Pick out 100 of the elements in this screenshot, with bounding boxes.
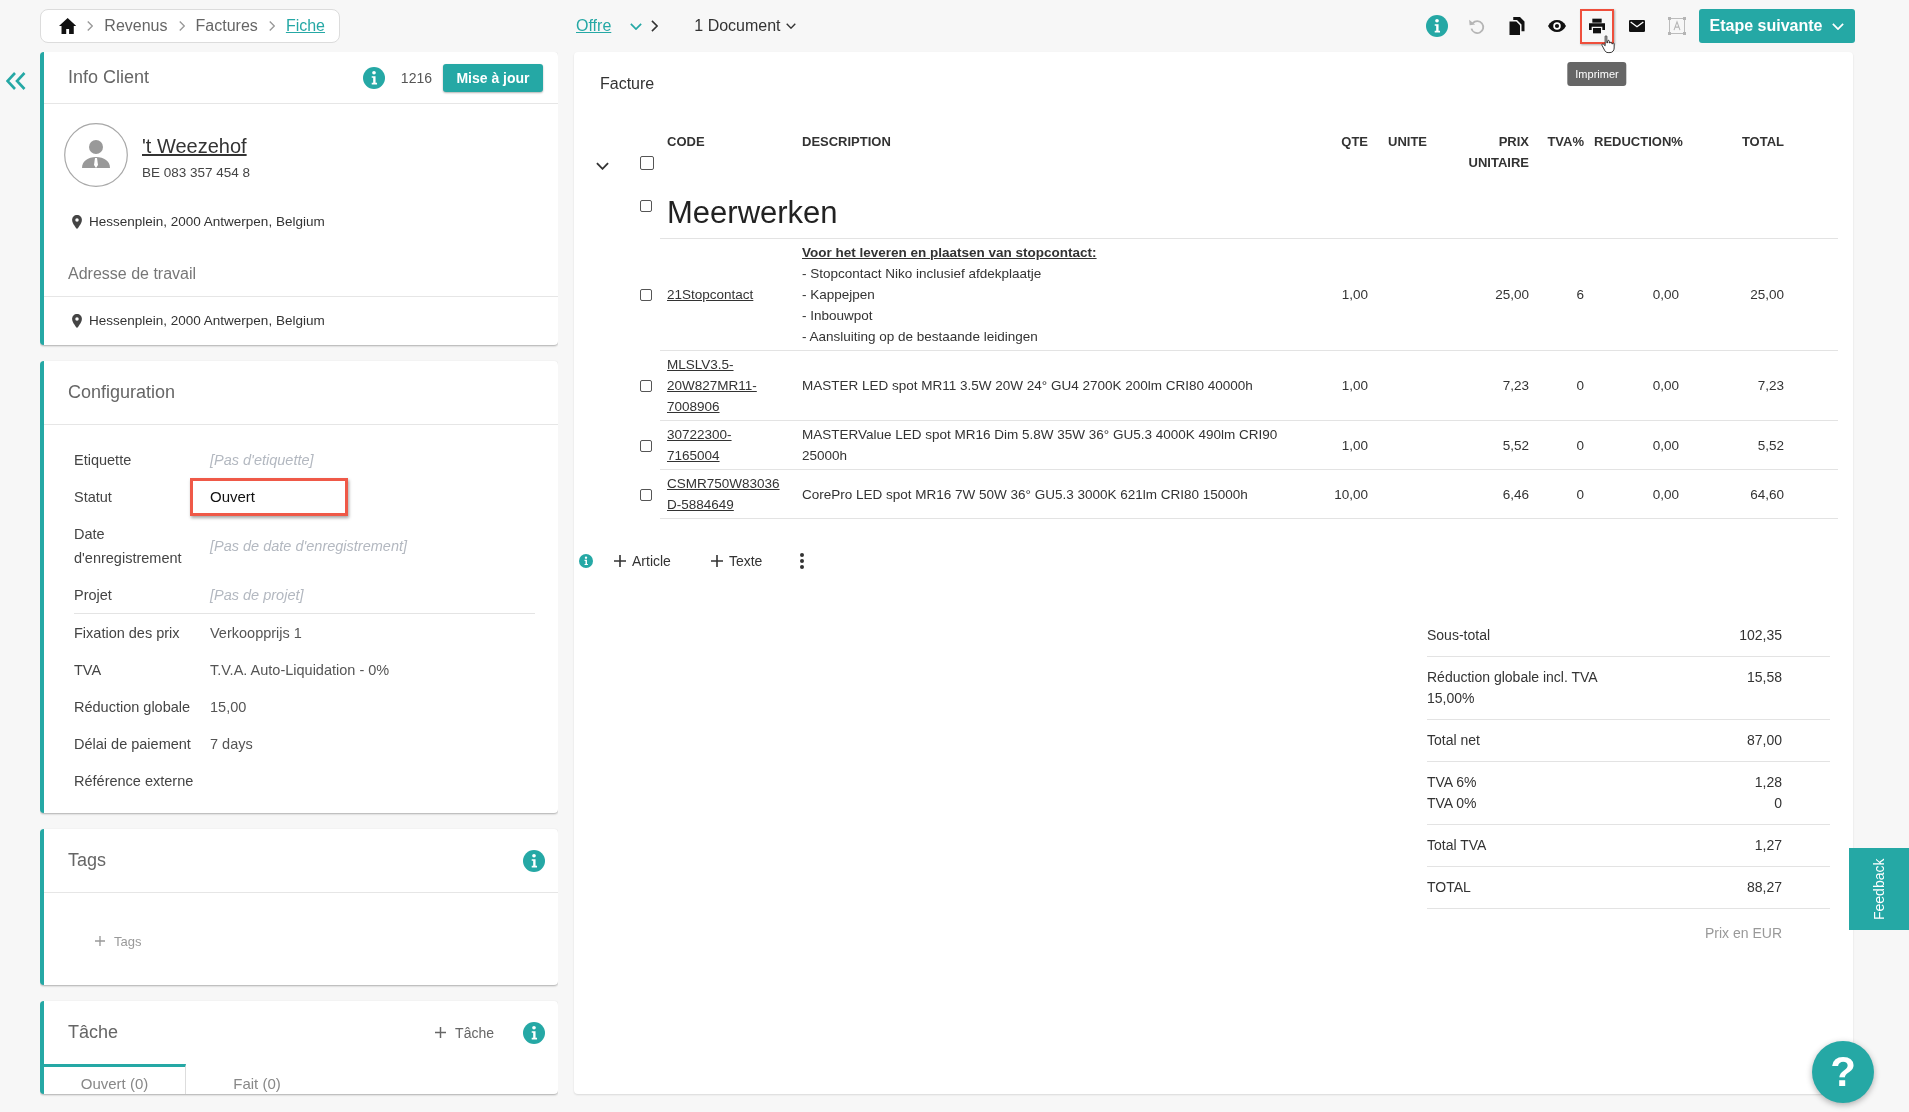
- printer-icon[interactable]: [1589, 18, 1605, 34]
- info-icon[interactable]: [579, 554, 593, 568]
- checkbox[interactable]: [640, 289, 652, 301]
- chevron-right-icon[interactable]: [651, 20, 659, 32]
- field-label: Projet: [74, 585, 113, 605]
- field-label: Fixation des prix: [74, 623, 181, 643]
- field-label: Délai de paiement: [74, 734, 192, 754]
- table-cell: 1,00: [1341, 378, 1368, 393]
- client-number: 1216: [400, 69, 432, 86]
- table-cell: 0,00: [1652, 287, 1679, 302]
- home-icon[interactable]: [59, 17, 77, 35]
- mail-icon[interactable]: [1629, 18, 1645, 34]
- copy-icon[interactable]: [1508, 17, 1526, 35]
- eye-icon[interactable]: [1548, 17, 1566, 35]
- field-value[interactable]: 7 days: [210, 735, 253, 752]
- total-value: 15,58: [1746, 668, 1783, 687]
- plus-icon: [614, 555, 626, 567]
- card-title: Tâche: [68, 1022, 119, 1043]
- card-title: Info Client: [68, 67, 150, 88]
- double-chevron-icon[interactable]: [6, 72, 26, 90]
- checkbox[interactable]: [640, 156, 654, 170]
- info-icon[interactable]: [362, 66, 385, 89]
- description-line: MASTER LED spot MR11 3.5W 20W 24° GU4 2700K 200lm CRI80 40000h: [802, 377, 1254, 395]
- description-line: - Kappejpen: [802, 286, 876, 304]
- chevron-down-icon[interactable]: [596, 162, 609, 170]
- field-label: Date d'enregistrement: [74, 524, 183, 568]
- total-label: Total net: [1427, 731, 1481, 750]
- table-cell: 5,52: [1757, 437, 1784, 453]
- column-header: TOTAL: [1740, 133, 1785, 151]
- chevron-down-icon: [785, 23, 796, 29]
- table-cell: 0,00: [1652, 437, 1679, 453]
- highlighted-field-value[interactable]: Ouvert: [190, 477, 348, 516]
- field-value[interactable]: Verkoopprijs 1: [210, 624, 302, 641]
- description-line: CorePro LED spot MR16 7W 50W 36° GU5.3 3000K 621lm CRI80 15000h: [802, 485, 1249, 504]
- total-label: Réduction globale incl. TVA: [1427, 668, 1599, 687]
- plus-icon: [95, 936, 105, 946]
- checkbox[interactable]: [640, 380, 652, 392]
- breadcrumb-link[interactable]: Revenus: [104, 17, 168, 35]
- table-cell: 6: [1576, 287, 1584, 302]
- tooltip: Imprimer: [1567, 62, 1627, 86]
- table-cell: 25,00: [1750, 287, 1784, 302]
- total-label: 15,00%: [1427, 689, 1476, 708]
- more-icon[interactable]: [800, 553, 805, 569]
- table-cell: 7,23: [1502, 378, 1529, 393]
- table-cell: 6,46: [1502, 486, 1529, 502]
- table-cell: 25,00: [1495, 287, 1529, 302]
- table-cell: 10,00: [1334, 486, 1368, 502]
- product-code-link[interactable]: 30722300-7165004: [667, 424, 782, 466]
- total-value: 88,27: [1746, 878, 1783, 897]
- column-header: CODE: [667, 133, 706, 151]
- info-icon[interactable]: [1426, 15, 1448, 37]
- add-line-button[interactable]: Article: [614, 553, 671, 569]
- panel-title: Facture: [600, 75, 655, 92]
- table-cell: 64,60: [1750, 486, 1784, 502]
- table-cell: 0,00: [1652, 486, 1679, 502]
- section-title: Adresse de travail: [68, 264, 197, 284]
- field-label: Référence externe: [74, 771, 195, 791]
- add-line-button[interactable]: Texte: [710, 553, 763, 569]
- vat-number: BE 083 357 454 8: [142, 164, 251, 182]
- product-code-link[interactable]: 21Stopcontact: [667, 284, 754, 305]
- field-label: Statut: [74, 487, 113, 507]
- info-icon[interactable]: [523, 1021, 545, 1044]
- table-cell: 0: [1576, 486, 1584, 502]
- address: Hessenplein, 2000 Antwerpen, Belgium: [89, 312, 325, 330]
- total-value: 1,28: [1754, 773, 1783, 792]
- client-name-link[interactable]: 't Weezehof: [142, 133, 251, 159]
- checkbox[interactable]: [640, 439, 652, 452]
- column-header: UNITE: [1387, 133, 1428, 151]
- table-cell: 7,23: [1757, 378, 1784, 393]
- column-header: DESCRIPTION: [802, 133, 892, 151]
- field-value[interactable]: 15,00: [210, 698, 247, 715]
- table-cell: 0,00: [1652, 378, 1679, 393]
- description-line: - Stopcontact Niko inclusief afdekplaatje: [802, 265, 1043, 283]
- add-task-button[interactable]: Tâche: [435, 1024, 494, 1041]
- product-code-link[interactable]: MLSLV3.5-20W827MR11-7008906: [667, 354, 782, 417]
- location-pin-icon: [72, 314, 82, 328]
- location-pin-icon: [72, 215, 82, 229]
- info-icon[interactable]: [523, 849, 545, 872]
- field-label: TVA: [74, 660, 103, 680]
- chevron-right-icon: [268, 20, 275, 32]
- total-label: TOTAL: [1427, 878, 1472, 897]
- checkbox[interactable]: [640, 200, 652, 212]
- breadcrumb-link[interactable]: Factures: [195, 17, 258, 35]
- table-cell: 5,52: [1502, 437, 1529, 453]
- field-label: Etiquette: [74, 450, 133, 470]
- field-value[interactable]: T.V.A. Auto-Liquidation - 0%: [210, 661, 390, 678]
- total-value: 102,35: [1739, 626, 1783, 645]
- checkbox[interactable]: [640, 488, 652, 501]
- table-cell: 1,00: [1341, 437, 1368, 453]
- product-code-link[interactable]: CSMR750W83036D-5884649: [667, 473, 782, 515]
- documents-dropdown[interactable]: 1 Document: [694, 17, 796, 35]
- column-header: PRIX UNITAIRE: [1467, 133, 1530, 172]
- tab[interactable]: Ouvert (0): [44, 1064, 186, 1094]
- tab[interactable]: Fait (0): [186, 1064, 328, 1094]
- total-value: 1,27: [1754, 836, 1783, 855]
- description-line: - Inbouwpot: [802, 307, 874, 325]
- group-title: Meerwerken: [667, 195, 838, 230]
- total-label: Total TVA: [1427, 836, 1488, 855]
- column-header: QTE: [1340, 133, 1369, 151]
- card-title: Tags: [68, 850, 107, 871]
